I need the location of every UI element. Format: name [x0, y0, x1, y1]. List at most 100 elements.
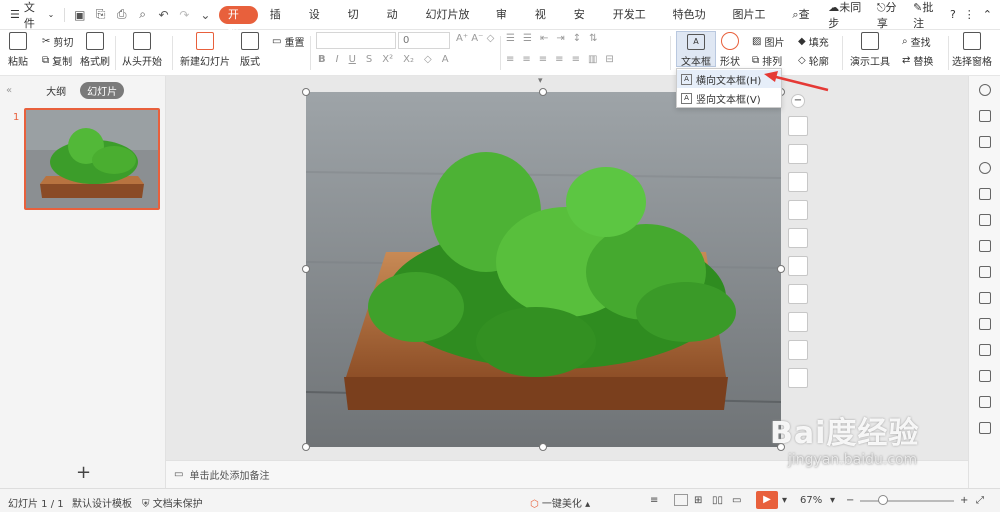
- distribute-icon[interactable]: ≡: [572, 54, 580, 65]
- font-style-buttons[interactable]: B I U S X² X₂ ◇ A: [318, 54, 449, 65]
- zoom-slider-thumb[interactable]: [878, 495, 888, 505]
- picture-button[interactable]: ▨ 图片: [752, 34, 784, 49]
- reading-view-icon[interactable]: ▯▯: [712, 495, 723, 506]
- chevron-down-icon[interactable]: ▾: [830, 495, 835, 506]
- basil-picture[interactable]: [306, 92, 781, 447]
- zoom-in-button[interactable]: +: [960, 495, 968, 506]
- resize-handle[interactable]: [302, 265, 310, 273]
- indent-increase-icon[interactable]: ⇥: [556, 33, 564, 44]
- resize-handle[interactable]: [777, 265, 785, 273]
- resize-handle[interactable]: [539, 443, 547, 451]
- slide-thumbnail[interactable]: [24, 108, 160, 210]
- justify-icon[interactable]: ≡: [555, 54, 563, 65]
- collapse-toolbar-icon[interactable]: −: [791, 94, 805, 108]
- copy-image-icon[interactable]: [788, 284, 808, 304]
- subscript-icon[interactable]: X₂: [403, 54, 414, 65]
- settings-icon[interactable]: [979, 292, 991, 304]
- layers-icon[interactable]: [788, 116, 808, 136]
- format-painter-button[interactable]: 格式刷: [80, 32, 110, 68]
- play-button[interactable]: ▶: [756, 491, 778, 509]
- align-right-icon[interactable]: ≡: [539, 54, 547, 65]
- columns-icon[interactable]: ▥: [588, 54, 597, 65]
- from-start-button[interactable]: 从头开始: [122, 32, 162, 68]
- paste-button[interactable]: 粘贴: [8, 32, 28, 68]
- new-slide-button[interactable]: 新建幻灯片: [180, 32, 230, 68]
- rotate-handle-icon[interactable]: ▾: [538, 76, 543, 86]
- border-icon[interactable]: [788, 340, 808, 360]
- bullet-list-icon[interactable]: ☰: [506, 33, 515, 44]
- edit-icon[interactable]: [788, 368, 808, 388]
- textbox-button[interactable]: A 文本框: [676, 31, 716, 68]
- sound-icon[interactable]: [979, 422, 991, 434]
- property-icon[interactable]: [979, 84, 991, 96]
- file-menu[interactable]: ☰ 文件 ⌄: [0, 0, 60, 30]
- zoom-level[interactable]: 67%: [800, 495, 822, 506]
- text-direction-icon[interactable]: ⇅: [589, 33, 597, 44]
- presentation-tools-button[interactable]: 演示工具: [850, 32, 890, 68]
- font-size-select[interactable]: 0: [398, 32, 450, 49]
- tab-design[interactable]: 设计: [300, 0, 339, 51]
- clone-icon[interactable]: [979, 110, 991, 122]
- paragraph-buttons[interactable]: ☰ ☰ ⇤ ⇥ ↕ ⇅: [506, 33, 598, 44]
- add-slide-button[interactable]: +: [76, 462, 91, 483]
- tab-security[interactable]: 安全: [565, 0, 604, 51]
- export-icon[interactable]: ⎘: [90, 7, 111, 22]
- slide[interactable]: [306, 92, 781, 447]
- search-button[interactable]: ⌕查找: [783, 0, 828, 51]
- resize-handle[interactable]: [302, 88, 310, 96]
- protection-status[interactable]: ⛨ 文档未保护: [142, 495, 203, 510]
- fit-window-icon[interactable]: ⤢: [976, 495, 984, 506]
- chart-icon[interactable]: [979, 266, 991, 278]
- vertical-align-icon[interactable]: ⊟: [605, 54, 613, 65]
- tab-outline[interactable]: 大纲: [46, 83, 66, 98]
- backup-icon[interactable]: [979, 370, 991, 382]
- font-grow-button[interactable]: A⁺ A⁻ ◇: [456, 33, 494, 44]
- preview-icon[interactable]: ⌕: [132, 7, 153, 22]
- italic-icon[interactable]: I: [336, 54, 339, 65]
- tab-view[interactable]: 视图: [526, 0, 565, 51]
- cut-button[interactable]: ✂ 剪切: [42, 34, 73, 49]
- align-buttons[interactable]: ≡ ≡ ≡ ≡ ≡ ▥ ⊟: [506, 54, 614, 65]
- reset-button[interactable]: ▭ 重置: [272, 34, 304, 49]
- superscript-icon[interactable]: X²: [382, 54, 393, 65]
- find-button[interactable]: ⌕ 查找: [902, 34, 931, 49]
- transfer-icon[interactable]: [979, 344, 991, 356]
- strike-icon[interactable]: S: [366, 54, 372, 65]
- align-center-icon[interactable]: ≡: [522, 54, 530, 65]
- select-pane-button[interactable]: 选择窗格: [952, 32, 992, 68]
- presenter-icon[interactable]: ▭: [732, 495, 741, 506]
- bold-icon[interactable]: B: [318, 54, 326, 65]
- location-icon[interactable]: [979, 162, 991, 174]
- line-spacing-icon[interactable]: ↕: [573, 33, 581, 44]
- font-color-icon[interactable]: A: [442, 54, 449, 65]
- share-panel-icon[interactable]: [979, 318, 991, 330]
- zoom-out-button[interactable]: −: [846, 495, 854, 506]
- slide-sorter-icon[interactable]: ⊞: [694, 495, 702, 506]
- underline-icon[interactable]: U: [349, 54, 356, 65]
- comment-button[interactable]: ✎批注: [913, 0, 942, 31]
- beautify-button[interactable]: ⬡ 一键美化 ▴: [530, 495, 590, 510]
- replace-button[interactable]: ⇄ 替换: [902, 53, 933, 68]
- save-icon[interactable]: ▣: [69, 8, 90, 22]
- collapse-panel-icon[interactable]: «: [6, 85, 12, 96]
- tab-home[interactable]: 开始: [218, 5, 258, 39]
- print-icon[interactable]: ⎙: [111, 7, 132, 22]
- indent-decrease-icon[interactable]: ⇤: [540, 33, 548, 44]
- number-list-icon[interactable]: ☰: [523, 33, 532, 44]
- resize-icon[interactable]: [788, 172, 808, 192]
- split-icon[interactable]: [788, 200, 808, 220]
- layout-button[interactable]: 版式: [240, 32, 260, 68]
- resize-handle[interactable]: [302, 443, 310, 451]
- tab-slideshow[interactable]: 幻灯片放映: [417, 0, 487, 51]
- replace-image-icon[interactable]: [788, 312, 808, 332]
- tab-features[interactable]: 特色功能: [664, 0, 724, 51]
- font-name-select[interactable]: [316, 32, 396, 49]
- zoom-icon[interactable]: [788, 228, 808, 248]
- clear-format-icon[interactable]: ◇: [424, 54, 432, 65]
- shapes-icon[interactable]: [979, 136, 991, 148]
- grid-view-icon[interactable]: [979, 396, 991, 408]
- layers-panel-icon[interactable]: [979, 188, 991, 200]
- undo-icon[interactable]: ↶: [153, 8, 174, 22]
- outline-button[interactable]: ◇ 轮廓: [798, 53, 829, 68]
- fill-button[interactable]: ◆ 填充: [798, 34, 829, 49]
